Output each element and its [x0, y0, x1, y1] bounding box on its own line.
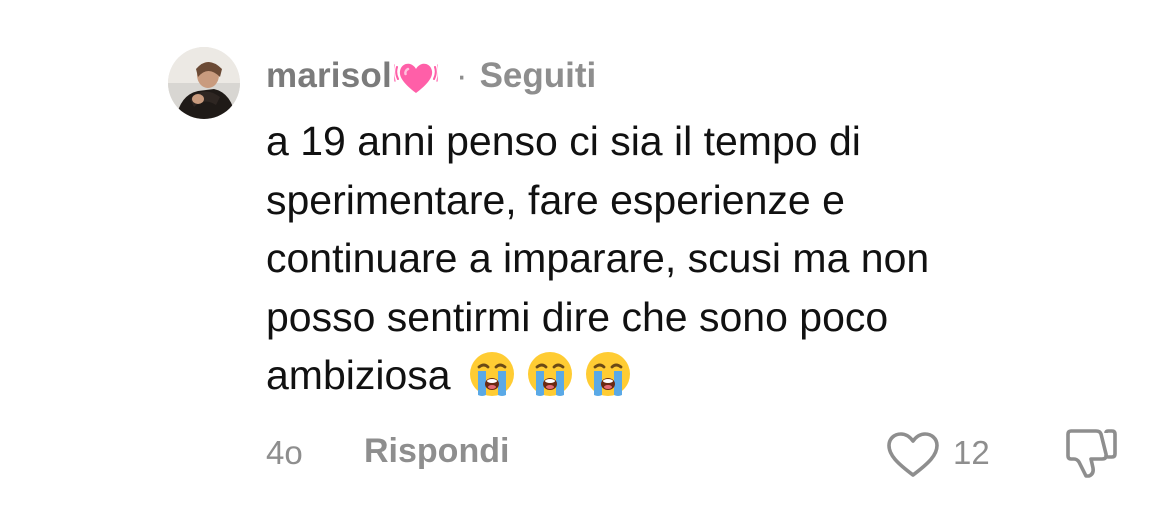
- thumbs-down-outline-icon: [1066, 429, 1117, 478]
- comment-text-line: ambiziosa: [266, 352, 451, 398]
- comment-text-line: posso sentirmi dire che sono poco: [266, 293, 889, 340]
- follow-status-label: Seguiti: [479, 56, 597, 95]
- loudly-crying-face-icon: [467, 349, 517, 399]
- comment-header: marisol · Seguiti: [266, 52, 596, 100]
- loudly-crying-face-icon: [583, 349, 633, 399]
- comment-item: marisol · Seguiti a 19 anni penso ci sia…: [0, 0, 1170, 511]
- avatar-photo: [168, 47, 240, 119]
- like-count: 12: [953, 434, 990, 471]
- growing-heart-icon: [392, 57, 440, 99]
- timestamp: 4o: [266, 434, 303, 471]
- comment-text-last-line: ambiziosa: [266, 346, 1086, 405]
- comment-text-line: a 19 anni penso ci sia il tempo di: [266, 118, 861, 164]
- reply-button[interactable]: Rispondi: [364, 432, 509, 471]
- comment-text-line: continuare a imparare, scusi ma non: [266, 235, 930, 281]
- username[interactable]: marisol: [266, 56, 392, 96]
- loudly-crying-face-icon: [525, 349, 575, 399]
- comment-text-line: sperimentare, fare esperienze e: [266, 176, 845, 223]
- avatar[interactable]: [168, 47, 240, 119]
- dislike-button[interactable]: [1062, 426, 1120, 480]
- like-button[interactable]: [885, 430, 941, 480]
- heart-outline-icon: [887, 432, 939, 477]
- comment-footer: 4o Rispondi 12: [0, 428, 1170, 478]
- comment-text: a 19 anni penso ci sia il tempo di speri…: [266, 112, 1086, 405]
- separator-dot: ·: [455, 56, 468, 95]
